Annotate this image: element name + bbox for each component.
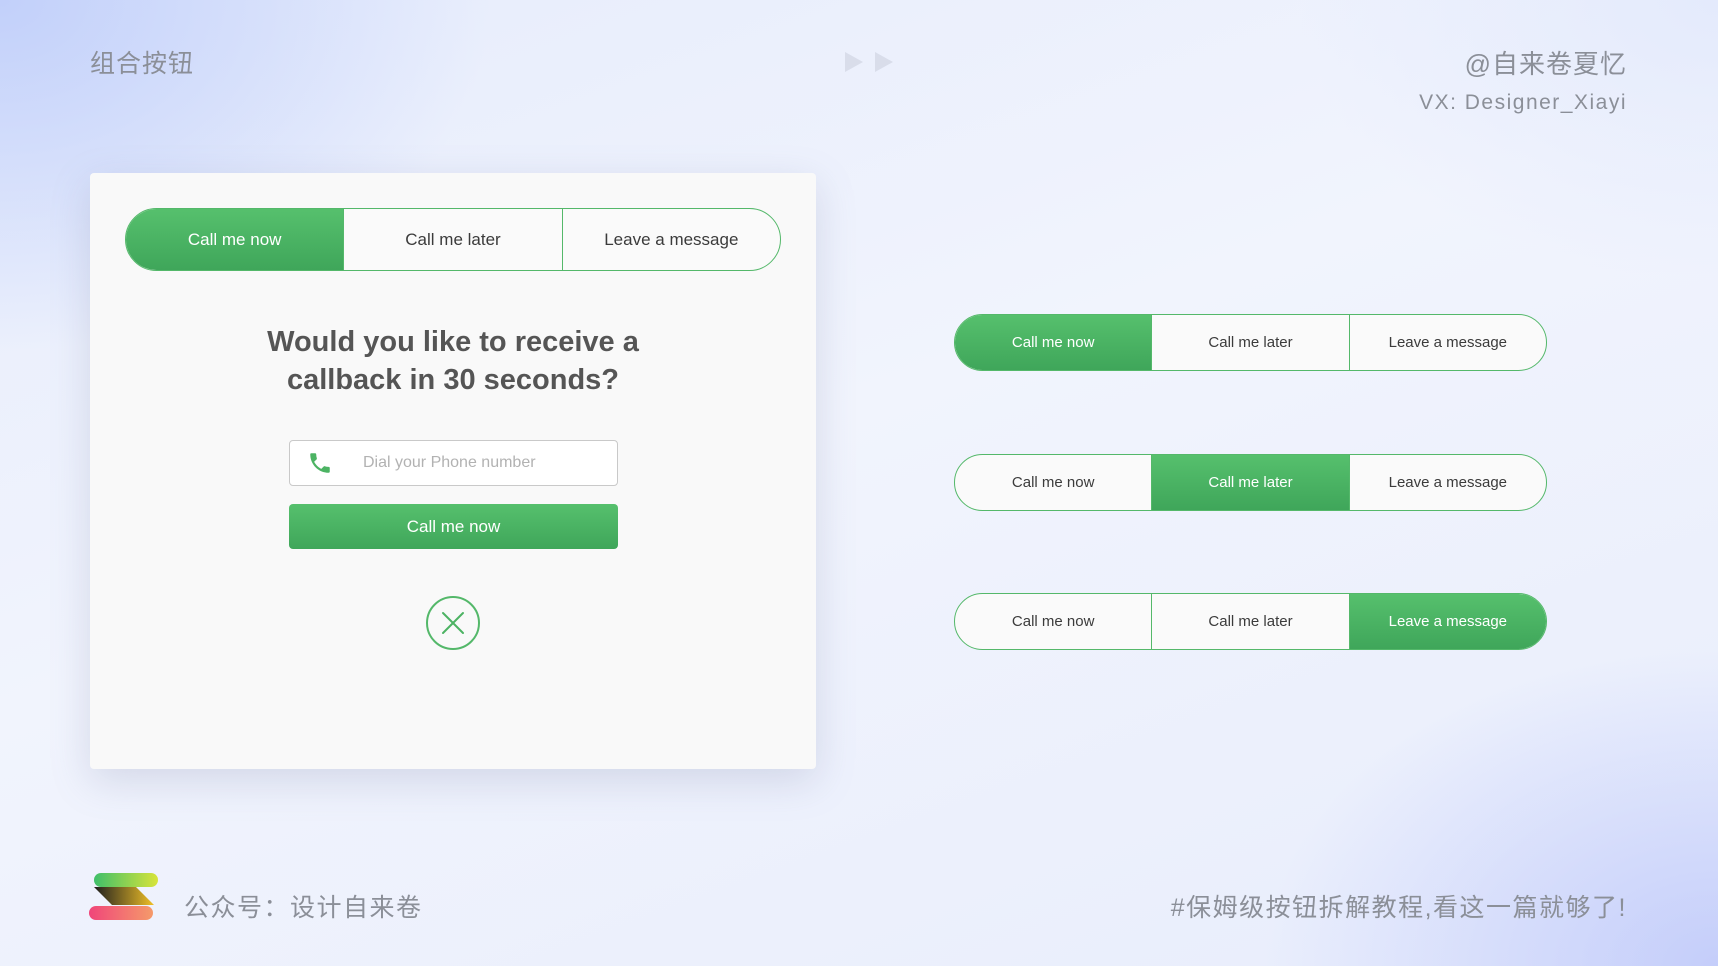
phone-icon: [290, 450, 350, 476]
question-line-1: Would you like to receive a: [267, 326, 639, 358]
call-me-now-button[interactable]: Call me now: [289, 504, 618, 549]
variant-1-call-me-now[interactable]: Call me now: [955, 315, 1152, 370]
phone-input-field[interactable]: [289, 440, 618, 486]
author-wechat: VX: Designer_Xiayi: [1419, 91, 1627, 114]
play-icons: [843, 50, 895, 74]
variant-2-leave-a-message[interactable]: Leave a message: [1348, 455, 1546, 510]
page-title: 组合按钮: [90, 50, 195, 78]
author-name: @自来卷夏忆: [1464, 49, 1627, 79]
variant-3-leave-a-message[interactable]: Leave a message: [1348, 594, 1546, 649]
variant-1-call-me-later[interactable]: Call me later: [1151, 315, 1348, 370]
segmented-variant-1: Call me now Call me later Leave a messag…: [954, 314, 1547, 371]
segmented-variant-3: Call me now Call me later Leave a messag…: [954, 593, 1547, 650]
tab-call-me-later[interactable]: Call me later: [343, 209, 561, 270]
variant-2-call-me-later[interactable]: Call me later: [1151, 455, 1349, 510]
variant-1-leave-a-message[interactable]: Leave a message: [1348, 315, 1546, 370]
author-block: @自来卷夏忆 VX: Designer_Xiayi: [1419, 44, 1627, 115]
callback-card: Call me now Call me later Leave a messag…: [90, 173, 816, 769]
variant-3-call-me-now[interactable]: Call me now: [955, 594, 1151, 649]
footer-tagline: #保姆级按钮拆解教程,看这一篇就够了!: [1170, 894, 1627, 922]
variant-3-call-me-later[interactable]: Call me later: [1151, 594, 1348, 649]
close-icon: [442, 612, 464, 634]
question-line-2: callback in 30 seconds?: [286, 364, 620, 396]
close-button[interactable]: [426, 596, 480, 650]
play-icon: [845, 52, 863, 72]
phone-input[interactable]: [350, 454, 603, 472]
tab-call-me-now[interactable]: Call me now: [126, 209, 344, 270]
card-segmented-control: Call me now Call me later Leave a messag…: [125, 208, 781, 271]
callback-question: Would you like to receive a callback in …: [90, 323, 816, 399]
footer-official-account: 公众号：设计自来卷: [184, 894, 423, 922]
segmented-variant-2: Call me now Call me later Leave a messag…: [954, 454, 1547, 511]
logo-icon: [89, 873, 158, 920]
variant-2-call-me-now[interactable]: Call me now: [955, 455, 1151, 510]
play-icon: [875, 52, 893, 72]
tab-leave-a-message[interactable]: Leave a message: [561, 209, 780, 270]
